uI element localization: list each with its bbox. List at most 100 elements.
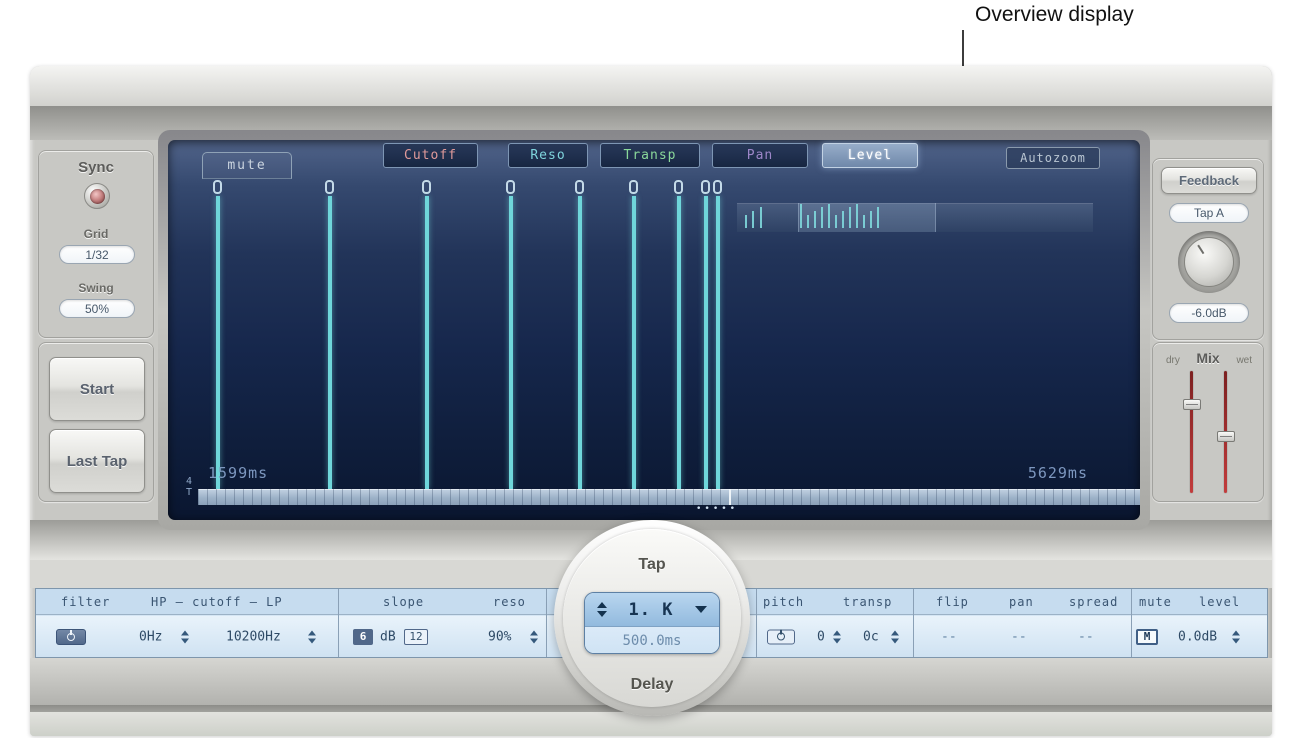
dry-label: dry	[1166, 355, 1180, 366]
view-button-pan[interactable]: Pan	[712, 143, 808, 168]
tap-display[interactable]: mute Cutoff Reso Transp Pan Level Autozo…	[168, 140, 1140, 520]
selector-value: 1. K	[629, 600, 674, 620]
overview-tap-line	[835, 215, 837, 228]
tap-bar[interactable]	[632, 196, 636, 489]
overview-tap-line	[821, 207, 823, 228]
tap-value-marker[interactable]	[506, 180, 515, 194]
slope-db-label: dB	[380, 629, 396, 644]
lp-cutoff-stepper[interactable]	[308, 630, 316, 643]
tap-bar[interactable]	[216, 196, 220, 489]
flip-value[interactable]: --	[941, 629, 957, 644]
tap-bar[interactable]	[578, 196, 582, 489]
section-divider	[756, 589, 757, 657]
tap-bar[interactable]	[425, 196, 429, 489]
last-tap-button[interactable]: Last Tap	[49, 429, 145, 493]
spread-label: spread	[1069, 595, 1118, 609]
power-icon	[67, 633, 75, 641]
autozoom-button[interactable]: Autozoom	[1006, 147, 1100, 169]
start-group: Start Last Tap	[38, 342, 154, 502]
hp-cutoff-value[interactable]: 0Hz	[139, 629, 162, 644]
pitch-semitones-value[interactable]: 0	[817, 629, 825, 644]
view-button-reso[interactable]: Reso	[508, 143, 588, 168]
chevron-down-icon[interactable]	[695, 606, 707, 613]
tap-pad[interactable]: Tap 1. K 500.0ms Delay	[554, 520, 750, 716]
overview-tap-line	[842, 211, 844, 228]
mute-button[interactable]: M	[1136, 629, 1158, 645]
sync-led-button[interactable]	[84, 183, 110, 209]
tap-bar[interactable]	[509, 196, 513, 489]
overview-zoom-region[interactable]	[798, 203, 937, 232]
filter-label: filter	[61, 595, 110, 609]
section-divider	[546, 589, 547, 657]
slope-12db-button[interactable]: 12	[404, 629, 428, 645]
dry-slider-track[interactable]	[1190, 371, 1193, 493]
knob-pointer-icon	[1176, 229, 1242, 295]
dry-slider-handle[interactable]	[1183, 399, 1201, 410]
mute-label: mute	[1139, 595, 1172, 609]
tap-bar[interactable]	[328, 196, 332, 489]
tap-bar[interactable]	[716, 196, 720, 489]
overview-tap-line	[849, 207, 851, 228]
delay-time-value[interactable]: 500.0ms	[585, 627, 719, 654]
view-button-level[interactable]: Level	[822, 143, 918, 168]
pitch-power-button[interactable]	[767, 629, 795, 644]
overview-tap-line	[745, 215, 747, 228]
overview-display[interactable]	[737, 203, 1093, 232]
tap-value-marker[interactable]	[325, 180, 334, 194]
display-end-time: 5629ms	[1028, 464, 1088, 482]
pitch-cents-stepper[interactable]	[891, 630, 899, 643]
tab-mute[interactable]: mute	[202, 152, 292, 179]
level-value[interactable]: 0.0dB	[1178, 629, 1217, 644]
position-marker	[729, 489, 731, 505]
tap-value-marker[interactable]	[213, 180, 222, 194]
grid-label: Grid	[39, 227, 153, 241]
grid-value-field[interactable]: 1/32	[59, 245, 135, 264]
tap-value-marker[interactable]	[701, 180, 710, 194]
tap-delay-selector[interactable]: 1. K	[585, 593, 719, 627]
tap-selector[interactable]: Tap A	[1169, 203, 1249, 223]
reso-stepper[interactable]	[530, 630, 538, 643]
selector-stepper-icon[interactable]	[597, 602, 607, 617]
filter-power-button[interactable]	[56, 629, 86, 645]
section-divider	[1131, 589, 1132, 657]
overview-tap-line	[828, 204, 830, 228]
tap-value-marker[interactable]	[674, 180, 683, 194]
grid-mode-bottom: T	[182, 487, 196, 498]
sync-led-icon	[90, 189, 105, 204]
wet-slider-handle[interactable]	[1217, 431, 1235, 442]
level-stepper[interactable]	[1232, 630, 1240, 643]
view-button-transp[interactable]: Transp	[600, 143, 700, 168]
swing-value-field[interactable]: 50%	[59, 299, 135, 318]
tap-value-marker[interactable]	[575, 180, 584, 194]
reso-value[interactable]: 90%	[488, 629, 511, 644]
tap-bar[interactable]	[677, 196, 681, 489]
view-button-cutoff[interactable]: Cutoff	[383, 143, 478, 168]
hp-cutoff-stepper[interactable]	[181, 630, 189, 643]
slope-6db-button[interactable]: 6	[353, 629, 373, 645]
screenshot-root: Overview display mute Cutoff Reso Transp…	[0, 0, 1302, 738]
overflow-dots: •••••	[696, 504, 738, 514]
tap-identification-bar[interactable]	[198, 489, 1140, 505]
delay-designer-plugin: mute Cutoff Reso Transp Pan Level Autozo…	[30, 66, 1272, 736]
section-divider	[913, 589, 914, 657]
start-button[interactable]: Start	[49, 357, 145, 421]
tap-bar[interactable]	[704, 196, 708, 489]
feedback-knob[interactable]	[1184, 237, 1234, 287]
pitch-cents-value[interactable]: 0c	[863, 629, 879, 644]
overview-tap-line	[800, 204, 802, 228]
mix-group: Mix dry wet	[1152, 342, 1264, 502]
tap-value-marker[interactable]	[422, 180, 431, 194]
spread-value[interactable]: --	[1078, 629, 1094, 644]
tap-value-marker[interactable]	[713, 180, 722, 194]
delay-label: Delay	[554, 676, 750, 694]
lp-cutoff-value[interactable]: 10200Hz	[226, 629, 281, 644]
tap-value-marker[interactable]	[629, 180, 638, 194]
grid-mode-toggle[interactable]: 4 T	[182, 476, 196, 498]
pitch-semitones-stepper[interactable]	[833, 630, 841, 643]
tap-pad-label: Tap	[554, 556, 750, 574]
feedback-value-field[interactable]: -6.0dB	[1169, 303, 1249, 323]
pan-value[interactable]: --	[1011, 629, 1027, 644]
reso-label: reso	[493, 595, 526, 609]
feedback-button[interactable]: Feedback	[1161, 167, 1257, 194]
overview-tap-line	[856, 204, 858, 228]
